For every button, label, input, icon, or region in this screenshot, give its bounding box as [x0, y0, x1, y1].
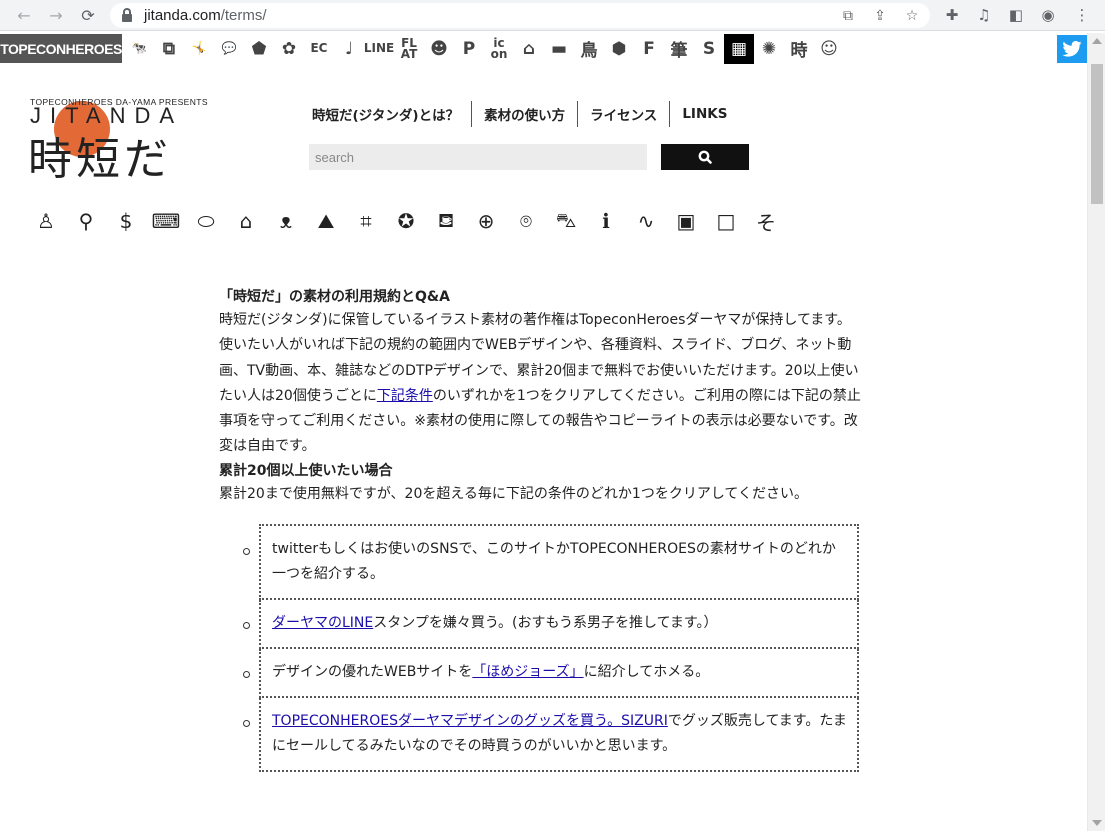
site-icon-list: 🐄 ⧉ 🤸 💬 ⬟ ✿ EC ♩ LINE FL AT ☻ Pic on ⌂ ▬ 鳥 ⬢ F 筆 S ▦ ✺ 時 ☺	[124, 33, 844, 64]
list-item: TOPECONHEROESダーヤマデザインのグッズを買う。SIZURIでグッズ販…	[243, 698, 859, 772]
terms-content: 「時短だ」の素材の利用規約とQ&A 時短だ(ジタンダ)に保管しているイラスト素材…	[219, 286, 864, 507]
condition-text: に紹介してホメる。	[583, 664, 710, 680]
share-icon[interactable]: ⇪	[870, 6, 890, 26]
menu-icon[interactable]: ⋮	[1070, 4, 1094, 26]
chat-icon[interactable]: 💬	[214, 34, 244, 64]
search-input[interactable]	[309, 144, 647, 170]
route-icon[interactable]: ∿	[626, 205, 666, 237]
leaf-icon[interactable]: ⬟	[244, 34, 274, 64]
line-stamp-link[interactable]: ダーヤマのLINE	[272, 615, 373, 631]
cat-icon[interactable]: ᴥ	[266, 205, 306, 237]
media-icon[interactable]: ♫	[972, 4, 996, 26]
p-icon[interactable]: P	[454, 34, 484, 64]
flower-icon[interactable]: ✿	[274, 34, 304, 64]
house-icon[interactable]: ⌂	[514, 34, 544, 64]
image-icon[interactable]: ⛰	[306, 205, 346, 237]
icon-icon[interactable]: ic on	[484, 34, 514, 64]
laptop-icon[interactable]: ⌨	[146, 205, 186, 237]
dollar-icon[interactable]: $	[106, 205, 146, 237]
flat-icon[interactable]: FL AT	[394, 34, 424, 64]
lock-icon[interactable]	[122, 8, 132, 22]
bird-icon[interactable]: 鳥	[574, 34, 604, 64]
site-logo[interactable]: TOPECONHEROES DA-YAMA PRESENTS JITANDA 時…	[28, 97, 230, 185]
condition-text: twitterもしくはお使いのSNSで、このサイトかTOPECONHEROESの…	[272, 541, 836, 582]
pin-icon[interactable]: ⌾	[506, 205, 546, 237]
homejaws-link[interactable]: 「ほめジョーズ」	[472, 664, 583, 680]
grid-icon[interactable]: ▦	[724, 33, 754, 64]
sun-icon[interactable]: ✺	[754, 34, 784, 64]
scroll-thumb[interactable]	[1091, 64, 1103, 204]
nav-links[interactable]: LINKS	[670, 101, 739, 127]
url-host: jitanda.com	[144, 7, 221, 24]
car-icon[interactable]: ⛍	[546, 205, 586, 237]
frame-icon[interactable]: ▣	[666, 205, 706, 237]
search-icon	[698, 150, 712, 164]
topeconheroes-brand[interactable]: TOPECONHEROES	[0, 34, 122, 63]
note-icon[interactable]: ♩	[334, 34, 364, 64]
building-icon[interactable]: ⌗	[346, 205, 386, 237]
ec-icon[interactable]: EC	[304, 34, 334, 64]
condition-text: デザインの優れたWEBサイトを	[272, 664, 473, 680]
browser-toolbar: ← → ⟳ jitanda.com/terms/ ⧉ ⇪ ☆ ✚ ♫ ◧ ◉ ⋮	[0, 0, 1105, 31]
basketball-icon[interactable]: ⊕	[466, 205, 506, 237]
site-icon-bar: TOPECONHEROES 🐄 ⧉ 🤸 💬 ⬟ ✿ EC ♩ LINE FL AT ☻ Pic on ⌂…	[0, 33, 1087, 64]
line-icon[interactable]: LINE	[364, 34, 394, 64]
hexagon-icon[interactable]: ⬢	[604, 34, 634, 64]
sidepanel-icon[interactable]: ◧	[1004, 4, 1028, 26]
suzuri-goods-link[interactable]: TOPECONHEROESダーヤマデザインのグッズを買う。SIZURI	[272, 713, 668, 729]
star-icon[interactable]: ☆	[902, 6, 922, 26]
forward-icon[interactable]: →	[44, 4, 68, 26]
bed-icon[interactable]: ▬	[544, 34, 574, 64]
twitter-icon[interactable]	[1057, 35, 1087, 63]
s-icon[interactable]: S	[694, 34, 724, 64]
reload-icon[interactable]: ⟳	[76, 4, 100, 26]
list-item: twitterもしくはお使いのSNSで、このサイトかTOPECONHEROESの…	[243, 524, 859, 600]
copy-icon[interactable]: ⧉	[154, 34, 184, 64]
search-button[interactable]	[661, 144, 749, 170]
smile-icon[interactable]: ☻	[424, 34, 454, 64]
sofa-icon[interactable]: ⛾	[426, 205, 466, 237]
logo-japanese: 時短だ	[28, 134, 172, 185]
person-icon[interactable]: 🤸	[184, 34, 214, 64]
conditions-list: twitterもしくはお使いのSNSで、このサイトかTOPECONHEROESの…	[243, 524, 859, 772]
url-path: /terms/	[220, 7, 267, 24]
scroll-down-icon[interactable]	[1092, 820, 1102, 826]
section-paragraph: 累計20まで使用無料ですが、20を超える毎に下記の条件のどれか1つをクリアしてく…	[219, 485, 808, 502]
time-icon[interactable]: 時	[784, 34, 814, 64]
nav-usage[interactable]: 素材の使い方	[472, 101, 579, 127]
section-subtitle: 累計20個以上使いたい場合	[219, 462, 393, 479]
face-icon[interactable]: ☺	[814, 34, 844, 64]
top-nav: 時短だ(ジタンダ)とは？ 素材の使い方 ライセンス LINKS	[300, 101, 739, 127]
condition-text: スタンプを嫌々買う。(おすもう系男子を推してます。）	[373, 615, 718, 631]
url-text[interactable]: jitanda.com/terms/	[144, 7, 267, 24]
conditions-link[interactable]: 下記条件	[377, 388, 433, 404]
translate-icon[interactable]: ⧉	[838, 6, 858, 26]
nav-about[interactable]: 時短だ(ジタンダ)とは？	[300, 101, 473, 127]
page-scrollbar[interactable]	[1087, 33, 1105, 831]
profile-icon[interactable]: ◉	[1036, 4, 1060, 26]
scroll-up-icon[interactable]	[1092, 38, 1102, 44]
info-icon[interactable]: ℹ	[586, 205, 626, 237]
square-icon[interactable]: □	[706, 205, 746, 237]
extensions-icon[interactable]: ✚	[940, 4, 964, 26]
other-icon[interactable]: そ	[746, 205, 786, 237]
category-icon-row: ♙ ⚲ $ ⌨ ⬭ ⌂ ᴥ ⛰ ⌗ ✪ ⛾ ⊕ ⌾ ⛍ ℹ ∿ ▣ □ そ	[26, 205, 786, 237]
nav-license[interactable]: ライセンス	[578, 101, 671, 127]
address-bar[interactable]: jitanda.com/terms/ ⧉ ⇪ ☆	[110, 3, 930, 28]
house-icon[interactable]: ⌂	[226, 205, 266, 237]
back-icon[interactable]: ←	[12, 4, 36, 26]
cow-icon[interactable]: 🐄	[124, 34, 154, 64]
brush-icon[interactable]: 筆	[664, 34, 694, 64]
medal-icon[interactable]: ✪	[386, 205, 426, 237]
f-icon[interactable]: F	[634, 34, 664, 64]
tie-icon[interactable]: ⚲	[66, 205, 106, 237]
terms-paragraph: 時短だ(ジタンダ)に保管しているイラスト素材の著作権はTopeconHeroes…	[219, 308, 864, 460]
list-item: ダーヤマのLINEスタンプを嫌々買う。(おすもう系男子を推してます。）	[243, 600, 859, 649]
terms-title: 「時短だ」の素材の利用規約とQ&A	[219, 289, 450, 305]
list-item: デザインの優れたWEBサイトを「ほめジョーズ」に紹介してホメる。	[243, 649, 859, 698]
person-icon[interactable]: ♙	[26, 205, 66, 237]
pill-icon[interactable]: ⬭	[186, 205, 226, 237]
